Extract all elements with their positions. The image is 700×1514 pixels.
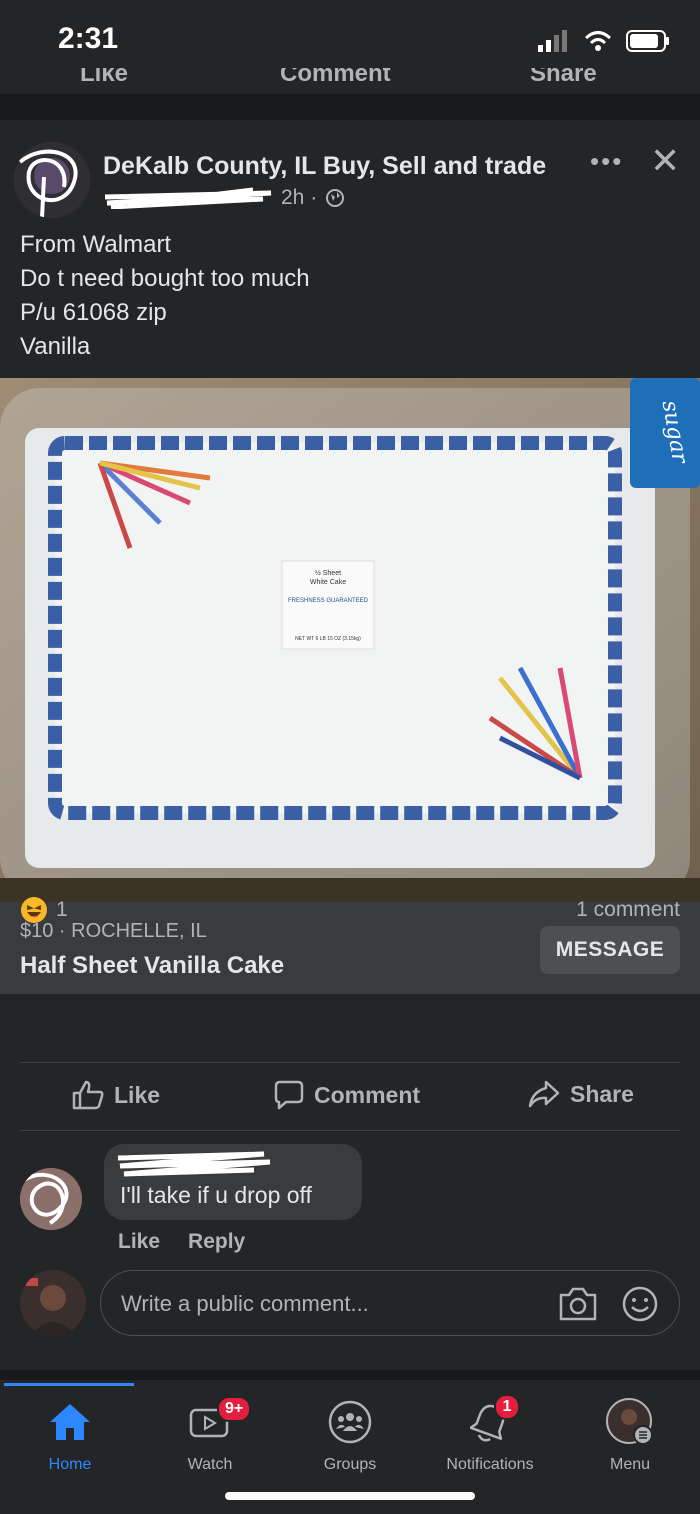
camera-icon[interactable] (557, 1285, 599, 1323)
prev-comment-label[interactable]: Comment (280, 68, 391, 88)
watch-badge: 9+ (217, 1396, 252, 1422)
home-indicator (225, 1492, 475, 1500)
groups-icon (327, 1396, 373, 1448)
tab-home-label: Home (48, 1456, 92, 1473)
haha-reaction-icon (21, 897, 47, 923)
more-options-icon[interactable]: ••• (590, 146, 623, 177)
tab-menu[interactable]: Menu (560, 1396, 700, 1474)
comment-actions: Like Reply (118, 1230, 245, 1254)
prev-like-label[interactable]: Like (80, 68, 128, 88)
write-comment-row: Write a public comment... (0, 1270, 700, 1342)
battery-icon (626, 30, 669, 52)
post-meta: 2h · (103, 186, 345, 210)
group-name[interactable]: DeKalb County, IL Buy, Sell and trade (103, 152, 546, 181)
menu-avatar-icon (605, 1396, 655, 1448)
tab-notifications[interactable]: 1 Notifications (420, 1394, 560, 1474)
wifi-icon (584, 31, 612, 51)
post-text: From Walmart Do t need bought too much P… (20, 228, 310, 364)
reaction-count: 1 (56, 898, 68, 921)
like-label: Like (114, 1081, 161, 1108)
comment-label: Comment (314, 1081, 421, 1108)
tab-watch-label: Watch (187, 1456, 233, 1473)
comment-count[interactable]: 1 comment (576, 898, 680, 922)
message-button[interactable]: MESSAGE (540, 926, 680, 974)
redacted-name (103, 187, 273, 209)
watch-icon: 9+ (189, 1396, 252, 1448)
globe-icon (326, 189, 345, 207)
commenter-avatar[interactable] (20, 1168, 82, 1230)
tab-home[interactable]: Home (0, 1396, 140, 1474)
previous-post-actions: Like Comment Share (0, 68, 700, 94)
comment-input[interactable]: Write a public comment... (100, 1270, 680, 1336)
post-text-line: From Walmart (20, 231, 172, 258)
post-header: DeKalb County, IL Buy, Sell and trade 2h… (0, 120, 700, 380)
signal-icon (538, 30, 567, 52)
status-icons (538, 30, 670, 52)
share-label: Share (570, 1080, 634, 1107)
comment-icon (274, 1080, 304, 1110)
cake-label-title: ½ Sheet (315, 569, 341, 577)
tab-groups[interactable]: Groups (280, 1396, 420, 1474)
post-text-line: Vanilla (20, 333, 91, 360)
divider (20, 1130, 680, 1131)
notifications-badge: 1 (494, 1394, 520, 1420)
group-avatar[interactable] (14, 142, 90, 218)
emoji-icon[interactable] (621, 1285, 659, 1323)
home-icon (48, 1396, 92, 1448)
close-icon[interactable]: ✕ (650, 140, 680, 182)
thumbs-up-icon (72, 1080, 104, 1110)
post-time[interactable]: 2h · (281, 186, 317, 210)
comment-input-placeholder: Write a public comment... (121, 1291, 369, 1316)
share-button[interactable]: Share (528, 1080, 634, 1108)
comment-like-link[interactable]: Like (118, 1230, 160, 1254)
cake-label-brand: FRESHNESS GUARANTEED (288, 598, 369, 604)
tab-notifications-label: Notifications (446, 1456, 534, 1473)
redacted-commenter-name (117, 1151, 271, 1177)
divider (20, 1062, 680, 1063)
cake-label-weight: NET WT 6 LB 15 OZ (3.15kg) (295, 636, 361, 642)
bell-icon: 1 (470, 1394, 520, 1448)
comment-text: I'll take if u drop off (120, 1182, 312, 1208)
like-button[interactable]: Like (72, 1080, 160, 1110)
post-text-line: P/u 61068 zip (20, 299, 167, 326)
tab-groups-label: Groups (323, 1456, 377, 1473)
tab-watch[interactable]: 9+ Watch (140, 1396, 280, 1474)
my-avatar (20, 1270, 86, 1336)
comment-bubble[interactable]: I'll take if u drop off (104, 1144, 362, 1220)
listing-title: Half Sheet Vanilla Cake (20, 952, 285, 979)
active-tab-indicator (4, 1383, 134, 1386)
bottom-tab-bar: Home 9+ Watch Groups 1 Notifications Men… (0, 1380, 700, 1514)
share-arrow-icon (528, 1080, 560, 1108)
comment-button[interactable]: Comment (274, 1080, 420, 1110)
tab-menu-label: Menu (609, 1456, 651, 1473)
comment-item: I'll take if u drop off Like Reply (0, 1144, 700, 1274)
status-time: 2:31 (58, 22, 119, 55)
post-text-line: Do t need bought too much (20, 265, 310, 292)
post-actions: Like Comment Share (0, 1068, 700, 1126)
prev-share-label[interactable]: Share (530, 68, 597, 88)
reactions-summary[interactable]: 1 (20, 896, 68, 924)
comment-reply-link[interactable]: Reply (188, 1230, 245, 1254)
cake-label-subtitle: White Cake (310, 579, 346, 586)
post-photo[interactable]: ½ Sheet White Cake FRESHNESS GUARANTEED … (0, 378, 700, 902)
